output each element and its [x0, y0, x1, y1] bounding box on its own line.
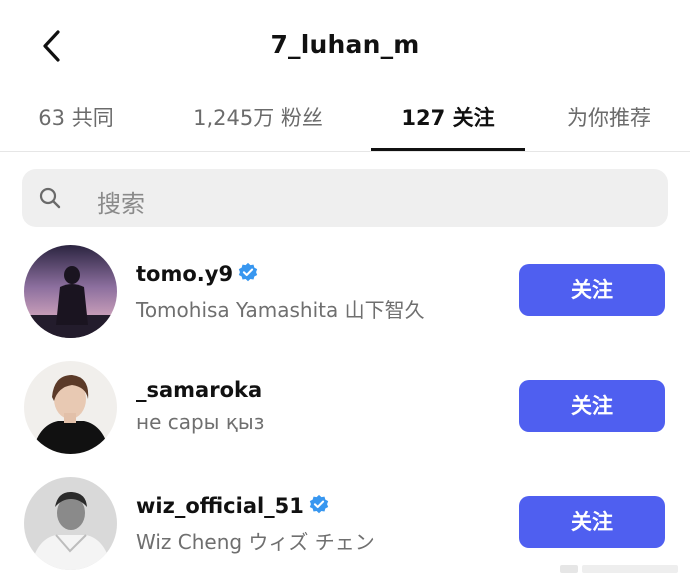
username[interactable]: wiz_official_51 [136, 494, 330, 518]
verified-badge-icon [309, 494, 329, 514]
tab-mutual[interactable]: 63 共同 [22, 102, 130, 152]
search-input[interactable]: 搜索 [22, 169, 668, 227]
active-tab-indicator [371, 148, 525, 151]
username[interactable]: _samaroka [136, 378, 262, 402]
search-placeholder: 搜索 [97, 190, 145, 218]
username[interactable]: tomo.y9 [136, 262, 259, 286]
watermark-logo [560, 565, 678, 573]
list-item: _samaroka не сары қыз 关注 [0, 356, 690, 472]
avatar[interactable] [24, 245, 117, 338]
list-item: tomo.y9 Tomohisa Yamashita 山下智久 关注 [0, 240, 690, 356]
follow-button[interactable]: 关注 [519, 380, 665, 432]
tab-suggested[interactable]: 为你推荐 [555, 102, 663, 152]
full-name: не сары қыз [136, 410, 265, 434]
follow-button[interactable]: 关注 [519, 264, 665, 316]
full-name: Wiz Cheng ウィズ チェン [136, 530, 375, 554]
tab-bar: 63 共同 1,245万 粉丝 127 关注 为你推荐 [0, 92, 690, 152]
page-title: 7_luhan_m [270, 30, 420, 59]
verified-badge-icon [238, 262, 258, 282]
top-bar: 7_luhan_m [0, 0, 690, 92]
follow-button[interactable]: 关注 [519, 496, 665, 548]
search-icon [39, 187, 61, 209]
username-text: _samaroka [136, 378, 263, 402]
full-name: Tomohisa Yamashita 山下智久 [136, 298, 425, 322]
avatar[interactable] [24, 361, 117, 454]
tab-followers[interactable]: 1,245万 粉丝 [172, 102, 344, 152]
avatar[interactable] [24, 477, 117, 570]
username-text: wiz_official_51 [136, 494, 304, 518]
tab-following[interactable]: 127 关注 [371, 102, 525, 152]
username-text: tomo.y9 [136, 262, 234, 286]
